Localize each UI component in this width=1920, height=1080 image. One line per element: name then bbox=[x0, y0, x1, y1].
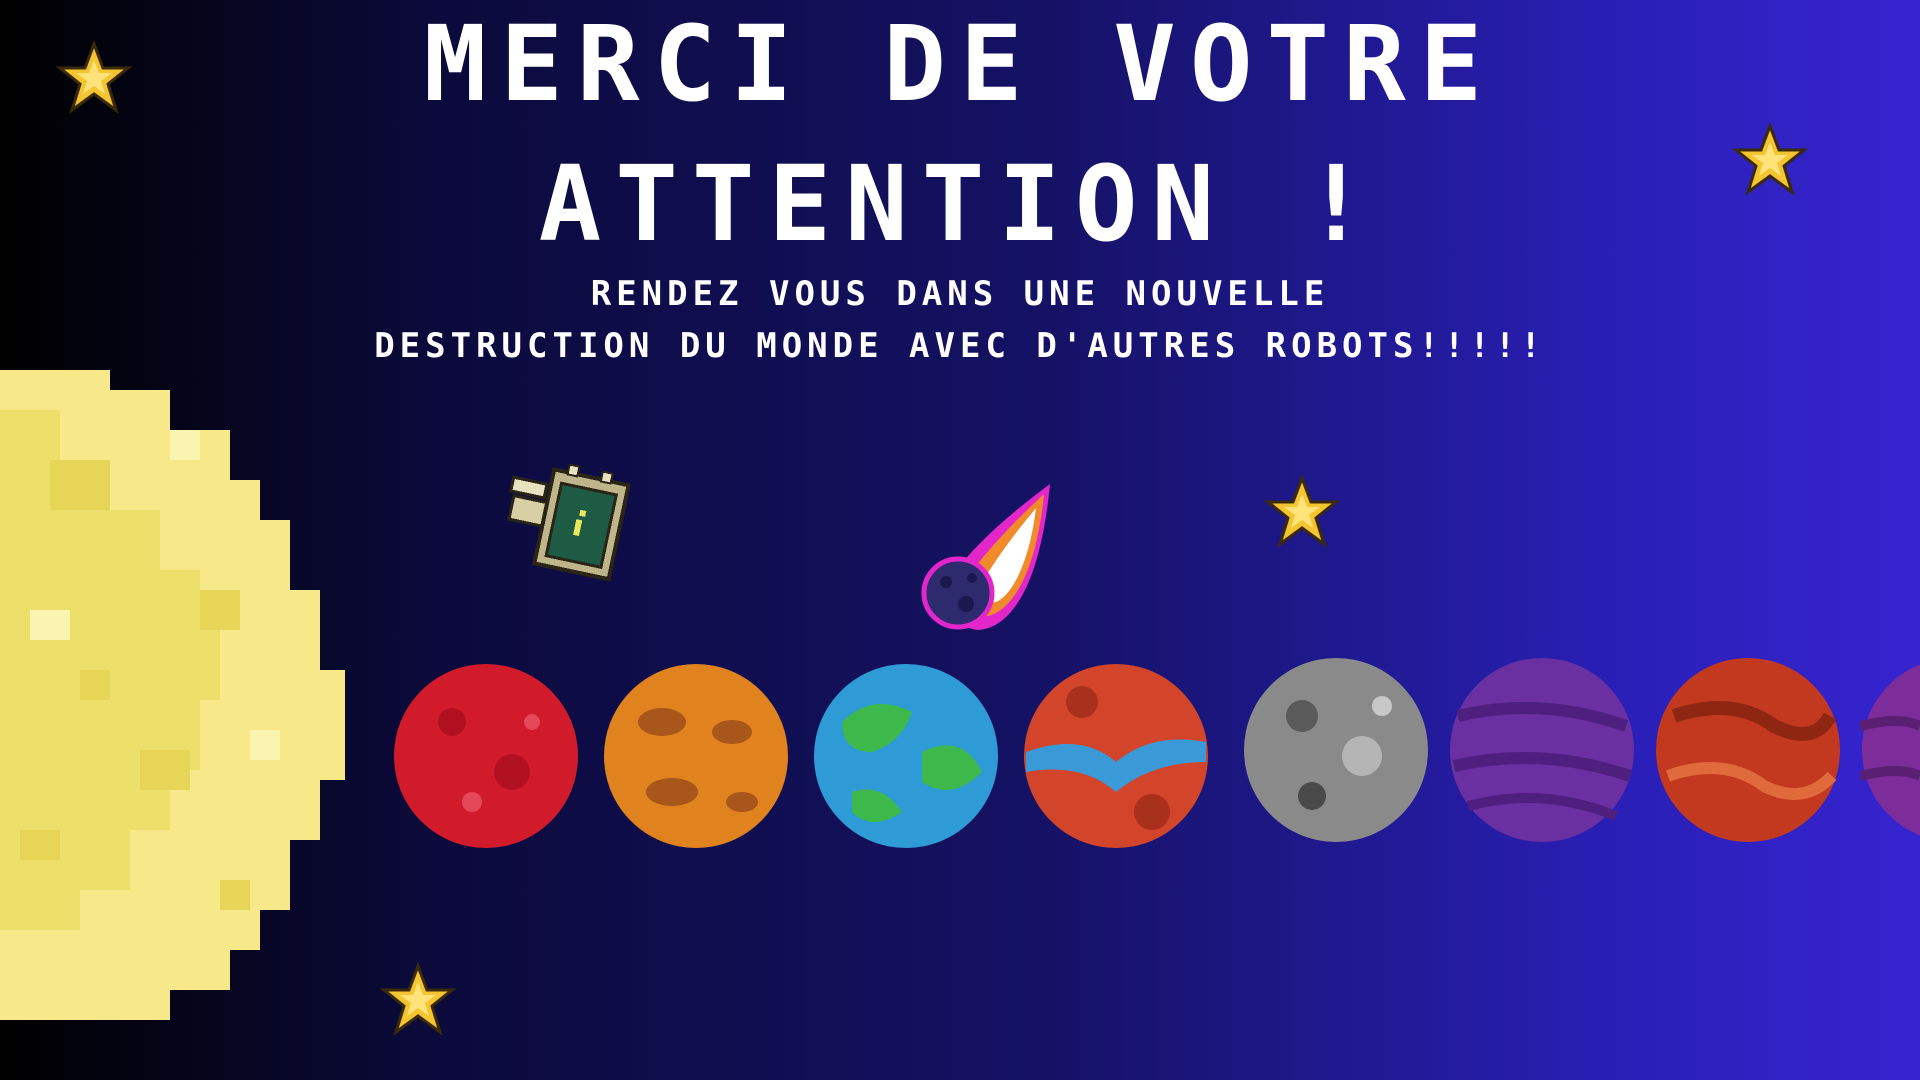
star-icon bbox=[1732, 122, 1808, 196]
subtitle-line-1: Rendez vous dans une nouvelle bbox=[590, 274, 1330, 314]
title-line-2: attention ! bbox=[538, 143, 1382, 265]
star-icon bbox=[56, 40, 132, 114]
star-icon bbox=[1264, 474, 1340, 548]
star-icon bbox=[380, 962, 456, 1036]
red-planet bbox=[394, 664, 578, 848]
purple-planet bbox=[1450, 658, 1634, 842]
comet-icon bbox=[921, 484, 1050, 630]
orange-planet bbox=[604, 664, 788, 848]
pixel-sun bbox=[0, 370, 345, 1020]
earth-planet bbox=[814, 664, 998, 848]
violet-planet-partial bbox=[1860, 664, 1920, 836]
rust-planet bbox=[1656, 658, 1840, 842]
lava-planet bbox=[1024, 664, 1208, 848]
grey-planet bbox=[1244, 658, 1428, 842]
title-line-1: Merci de votre bbox=[423, 3, 1497, 125]
pixel-robot-satellite bbox=[507, 463, 631, 582]
subtitle-line-2: destruction du monde avec d'autres robot… bbox=[374, 326, 1546, 366]
